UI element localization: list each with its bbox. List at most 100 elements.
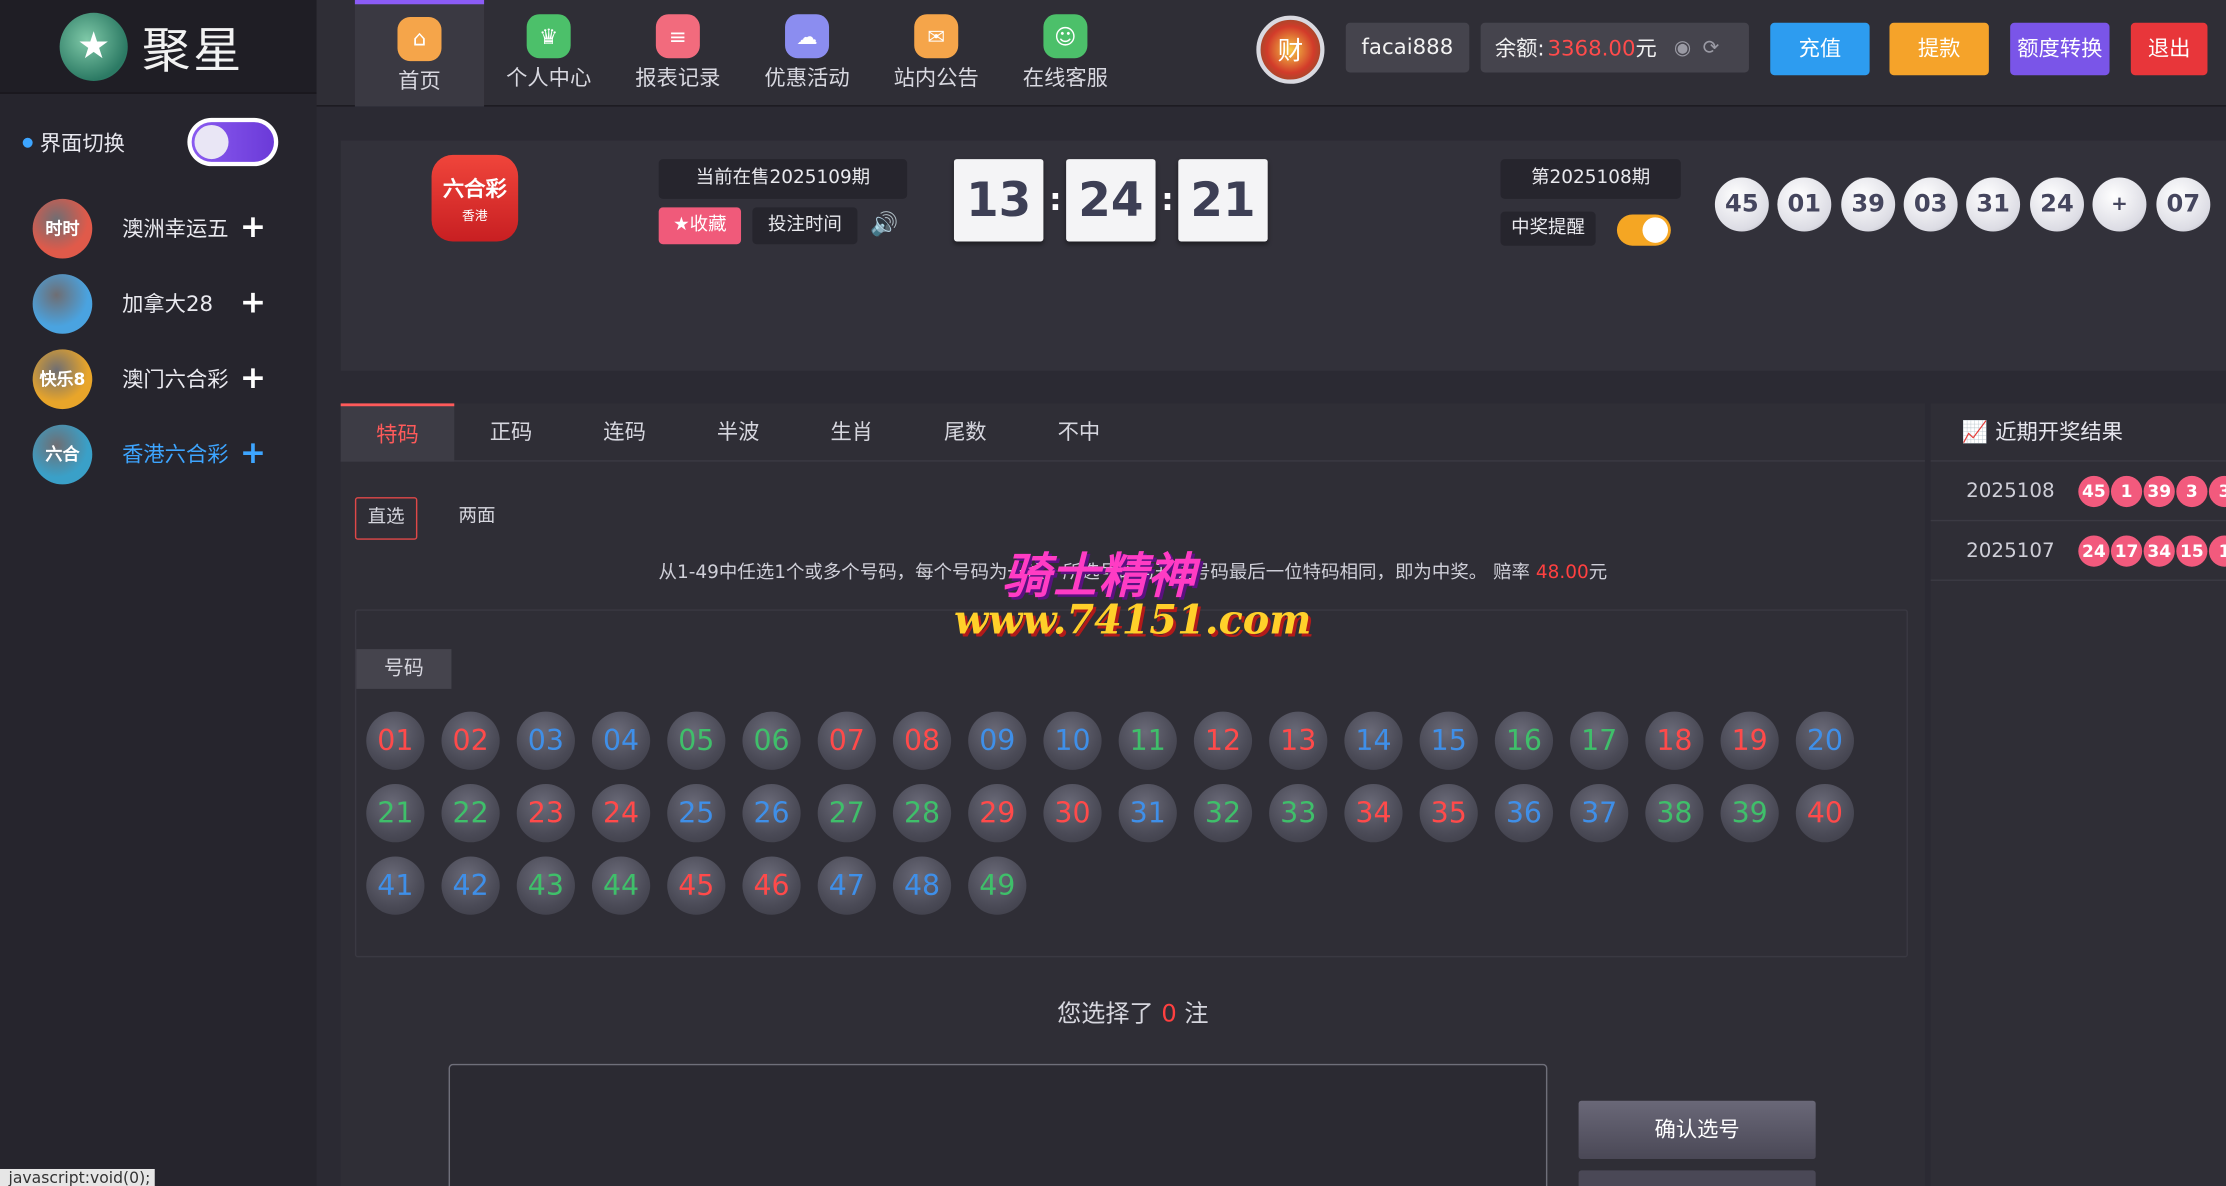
tab[interactable]: 尾数 — [909, 403, 1023, 461]
refresh-icon[interactable]: ⟳ — [1703, 36, 1720, 59]
number-ball[interactable]: 20 — [1795, 711, 1854, 770]
number-ball[interactable]: 30 — [1043, 784, 1102, 843]
number-ball[interactable]: 25 — [667, 784, 726, 843]
number-ball[interactable]: 08 — [892, 711, 952, 770]
odds-value: 48.00 — [1535, 562, 1589, 584]
nav-item[interactable]: ☺ 在线客服 — [1001, 0, 1130, 107]
number-ball[interactable]: 35 — [1419, 784, 1478, 843]
transfer-button[interactable]: 额度转换 — [2010, 22, 2110, 76]
number-ball[interactable]: 16 — [1494, 711, 1554, 770]
tab[interactable]: 正码 — [454, 403, 568, 461]
withdraw-button[interactable]: 提款 — [1889, 22, 1989, 76]
number-ball[interactable]: 42 — [441, 856, 500, 915]
tab[interactable]: 生肖 — [795, 403, 909, 461]
home-icon: ⌂ — [397, 16, 442, 61]
number-ball[interactable]: 06 — [742, 711, 801, 770]
tab[interactable]: 特码 — [340, 403, 455, 462]
number-ball[interactable]: 40 — [1795, 784, 1854, 843]
special-ball: 07 — [2156, 177, 2211, 232]
number-ball[interactable]: 44 — [591, 856, 651, 915]
sub-tab-direct[interactable]: 直选 — [354, 497, 418, 540]
number-ball[interactable]: 43 — [516, 856, 575, 915]
number-ball[interactable]: 04 — [591, 711, 651, 770]
number-ball[interactable]: 26 — [742, 784, 801, 843]
hide-eye-icon[interactable]: ◉ — [1674, 36, 1691, 59]
bet-time-button[interactable]: 投注时间 — [752, 207, 858, 245]
number-ball[interactable]: 39 — [1720, 784, 1779, 843]
sidebar-lottery-item[interactable]: 快乐8 澳门六合彩 + — [0, 341, 317, 416]
number-ball[interactable]: 05 — [667, 711, 726, 770]
avatar[interactable]: 财 — [1256, 15, 1325, 84]
number-ball[interactable]: 37 — [1570, 784, 1629, 843]
recent-ball: 24 — [2078, 535, 2110, 567]
secondary-button[interactable] — [1578, 1170, 1816, 1186]
interface-toggle[interactable] — [187, 117, 279, 167]
recent-results: 📈 近期开奖结果 202510845139332025107241734151 — [1930, 403, 2226, 1186]
number-ball[interactable]: 34 — [1344, 784, 1403, 843]
number-ball[interactable]: 33 — [1269, 784, 1328, 843]
sidebar-lottery-item[interactable]: 时时 澳洲幸运五 + — [0, 190, 317, 265]
lottery-label: 加拿大28 — [122, 291, 214, 317]
logout-button[interactable]: 退出 — [2130, 22, 2208, 76]
number-ball[interactable]: 27 — [817, 784, 876, 843]
nav-item[interactable]: ✉ 站内公告 — [872, 0, 1001, 107]
report-icon: ≡ — [655, 14, 700, 59]
recharge-button[interactable]: 充值 — [1770, 22, 1870, 76]
plus-icon[interactable]: + — [240, 210, 266, 246]
number-ball[interactable]: 23 — [516, 784, 575, 843]
win-remind-toggle[interactable] — [1616, 214, 1671, 246]
sidebar-lottery-item[interactable]: 加拿大28 + — [0, 266, 317, 341]
number-ball[interactable]: 14 — [1344, 711, 1403, 770]
plus-icon[interactable]: + — [240, 436, 266, 472]
number-ball[interactable]: 46 — [742, 856, 801, 915]
number-ball[interactable]: 19 — [1720, 711, 1779, 770]
plus-icon[interactable]: + — [240, 286, 266, 322]
number-ball[interactable]: 29 — [968, 784, 1027, 843]
interface-switch-row: 界面切换 — [0, 94, 317, 191]
number-ball[interactable]: 31 — [1118, 784, 1177, 843]
nav-item[interactable]: ♛ 个人中心 — [484, 0, 613, 107]
number-ball[interactable]: 32 — [1193, 784, 1253, 843]
sub-tab-both-sides[interactable]: 两面 — [446, 497, 508, 540]
number-ball[interactable]: 41 — [366, 856, 425, 915]
nav-item[interactable]: ⌂ 首页 — [354, 0, 485, 107]
plus-icon[interactable]: + — [240, 361, 266, 397]
number-ball[interactable]: 38 — [1645, 784, 1704, 843]
nav-item[interactable]: ☁ 优惠活动 — [742, 0, 871, 107]
number-ball[interactable]: 17 — [1570, 711, 1629, 770]
number-ball[interactable]: 24 — [591, 784, 651, 843]
number-ball[interactable]: 03 — [516, 711, 575, 770]
number-ball[interactable]: 09 — [968, 711, 1027, 770]
number-ball[interactable]: 36 — [1494, 784, 1554, 843]
lottery-label: 香港六合彩 — [122, 441, 229, 468]
confirm-selection-button[interactable]: 确认选号 — [1578, 1100, 1816, 1160]
number-ball[interactable]: 15 — [1419, 711, 1478, 770]
logo[interactable]: ★ 聚星 — [0, 0, 317, 94]
number-ball[interactable]: 22 — [441, 784, 500, 843]
tab[interactable]: 半波 — [681, 403, 795, 461]
number-ball[interactable]: 48 — [892, 856, 952, 915]
bet-input-area[interactable] — [448, 1063, 1548, 1186]
number-ball[interactable]: 47 — [817, 856, 876, 915]
number-ball[interactable]: 02 — [441, 711, 500, 770]
number-ball[interactable]: 13 — [1269, 711, 1328, 770]
number-ball[interactable]: 11 — [1118, 711, 1177, 770]
number-ball[interactable]: 28 — [892, 784, 952, 843]
number-ball[interactable]: 12 — [1193, 711, 1253, 770]
number-ball[interactable]: 10 — [1043, 711, 1102, 770]
nav-item[interactable]: ≡ 报表记录 — [613, 0, 742, 107]
sidebar-lottery-item[interactable]: 六合 香港六合彩 + — [0, 416, 317, 491]
recent-period: 2025108 — [1966, 480, 2055, 503]
speaker-icon[interactable]: 🔊 — [870, 210, 898, 237]
gift-cloud-icon: ☁ — [785, 14, 830, 59]
number-ball[interactable]: 49 — [968, 856, 1027, 915]
hk-lottery-logo: 六合彩 香港 — [431, 154, 519, 242]
tab[interactable]: 不中 — [1022, 403, 1136, 461]
number-ball[interactable]: 45 — [667, 856, 726, 915]
number-ball[interactable]: 18 — [1645, 711, 1704, 770]
number-ball[interactable]: 21 — [366, 784, 425, 843]
number-ball[interactable]: 07 — [817, 711, 876, 770]
number-ball[interactable]: 01 — [366, 711, 425, 770]
tab[interactable]: 连码 — [568, 403, 682, 461]
favorite-button[interactable]: ★收藏 — [658, 207, 742, 245]
